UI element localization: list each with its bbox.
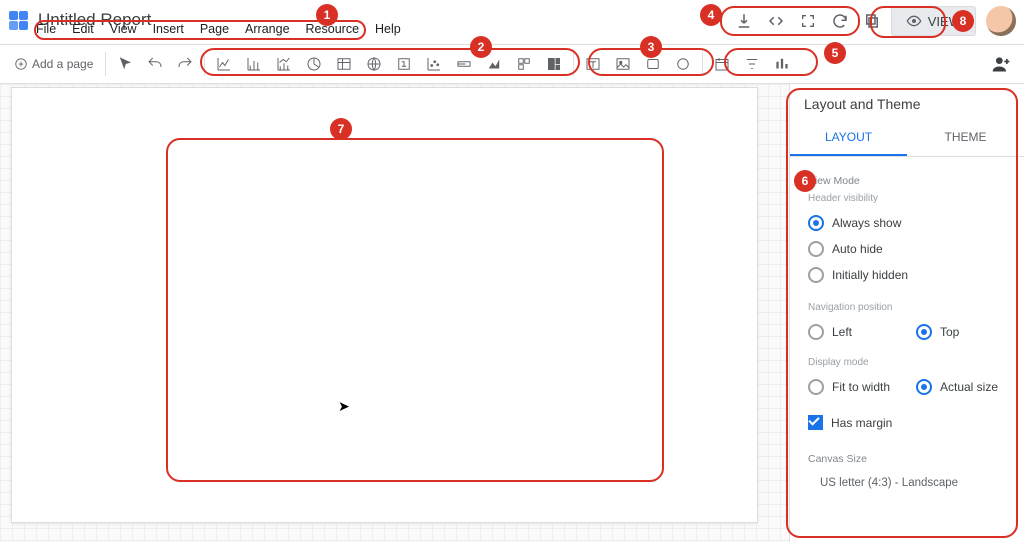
- menubar: File Edit View Insert Page Arrange Resou…: [36, 22, 401, 36]
- user-avatar[interactable]: [986, 6, 1016, 36]
- element-tools: [578, 49, 698, 79]
- add-page-label: Add a page: [32, 57, 93, 71]
- radio-label: Left: [832, 325, 852, 339]
- treemap-icon[interactable]: [539, 49, 569, 79]
- menu-arrange[interactable]: Arrange: [245, 22, 289, 36]
- line-chart-icon[interactable]: [209, 49, 239, 79]
- add-people-icon[interactable]: [988, 51, 1014, 77]
- checkbox-has-margin[interactable]: Has margin: [808, 410, 1024, 435]
- section-header-visibility: Header visibility: [808, 193, 1024, 204]
- radio-fit-width[interactable]: Fit to width: [808, 374, 916, 400]
- bar-chart-icon[interactable]: [239, 49, 269, 79]
- geo-chart-icon[interactable]: [359, 49, 389, 79]
- radio-nav-left[interactable]: Left: [808, 319, 916, 345]
- radio-icon: [808, 267, 824, 283]
- header-right-tools: VIEW: [731, 6, 1016, 36]
- scatter-chart-icon[interactable]: [419, 49, 449, 79]
- control-tools: [707, 49, 797, 79]
- pivot-icon[interactable]: [509, 49, 539, 79]
- panel-title: Layout and Theme: [790, 84, 1024, 120]
- area-chart-icon[interactable]: [479, 49, 509, 79]
- radio-label: Actual size: [940, 380, 998, 394]
- view-button[interactable]: VIEW: [891, 6, 976, 36]
- section-canvas-size: Canvas Size: [808, 453, 1024, 465]
- undo-icon[interactable]: [140, 49, 170, 79]
- header: Untitled Report File Edit View Insert Pa…: [0, 0, 1024, 38]
- section-display-mode: Display mode: [808, 357, 1024, 368]
- menu-file[interactable]: File: [36, 22, 56, 36]
- refresh-icon[interactable]: [827, 8, 853, 34]
- image-tool-icon[interactable]: [608, 49, 638, 79]
- panel-tabs: LAYOUT THEME: [790, 120, 1024, 157]
- add-page-button[interactable]: Add a page: [6, 53, 101, 75]
- separator: [702, 52, 703, 76]
- menu-insert[interactable]: Insert: [153, 22, 184, 36]
- main-area: ➤ Layout and Theme LAYOUT THEME View Mod…: [0, 84, 1024, 542]
- download-icon[interactable]: [731, 8, 757, 34]
- fullscreen-icon[interactable]: [795, 8, 821, 34]
- radio-icon: [808, 215, 824, 231]
- report-canvas[interactable]: [12, 88, 757, 522]
- separator: [105, 52, 106, 76]
- radio-initially-hidden[interactable]: Initially hidden: [808, 262, 1024, 288]
- radio-actual-size[interactable]: Actual size: [916, 374, 1024, 400]
- menu-view[interactable]: View: [110, 22, 137, 36]
- plus-circle-icon: [14, 57, 28, 71]
- date-range-icon[interactable]: [707, 49, 737, 79]
- radio-label: Auto hide: [832, 242, 883, 256]
- canvas-area[interactable]: ➤: [0, 84, 789, 542]
- section-navigation-position: Navigation position: [808, 302, 1024, 313]
- radio-label: Fit to width: [832, 380, 890, 394]
- selection-tools: [110, 49, 200, 79]
- rectangle-tool-icon[interactable]: [638, 49, 668, 79]
- radio-icon: [808, 241, 824, 257]
- filter-control-icon[interactable]: [737, 49, 767, 79]
- copy-icon[interactable]: [859, 8, 885, 34]
- radio-auto-hide[interactable]: Auto hide: [808, 236, 1024, 262]
- radio-always-show[interactable]: Always show: [808, 210, 1024, 236]
- radio-label: Initially hidden: [832, 268, 908, 282]
- separator: [204, 52, 205, 76]
- radio-icon: [808, 324, 824, 340]
- radio-icon: [808, 379, 824, 395]
- radio-label: Top: [940, 325, 959, 339]
- separator: [573, 52, 574, 76]
- eye-icon: [906, 13, 922, 29]
- cursor-icon: ➤: [338, 398, 350, 415]
- text-tool-icon[interactable]: [578, 49, 608, 79]
- menu-resource[interactable]: Resource: [306, 22, 360, 36]
- combo-chart-icon[interactable]: [269, 49, 299, 79]
- radio-nav-top[interactable]: Top: [916, 319, 1024, 345]
- menu-page[interactable]: Page: [200, 22, 229, 36]
- app-logo-icon: [8, 10, 28, 30]
- checkbox-icon: [808, 415, 823, 430]
- select-tool-icon[interactable]: [110, 49, 140, 79]
- pie-chart-icon[interactable]: [299, 49, 329, 79]
- redo-icon[interactable]: [170, 49, 200, 79]
- panel-body: View Mode Header visibility Always show …: [790, 157, 1024, 497]
- circle-tool-icon[interactable]: [668, 49, 698, 79]
- bullet-chart-icon[interactable]: [449, 49, 479, 79]
- canvas-size-value[interactable]: US letter (4:3) - Landscape: [808, 471, 1024, 489]
- radio-icon: [916, 324, 932, 340]
- menu-help[interactable]: Help: [375, 22, 401, 36]
- embed-icon[interactable]: [763, 8, 789, 34]
- checkbox-label: Has margin: [831, 416, 892, 430]
- right-panel: Layout and Theme LAYOUT THEME View Mode …: [789, 84, 1024, 542]
- view-button-label: VIEW: [928, 14, 961, 29]
- chart-tools: [209, 49, 569, 79]
- tab-layout[interactable]: LAYOUT: [790, 120, 907, 156]
- tab-theme[interactable]: THEME: [907, 120, 1024, 156]
- data-control-icon[interactable]: [767, 49, 797, 79]
- menu-edit[interactable]: Edit: [72, 22, 94, 36]
- table-chart-icon[interactable]: [329, 49, 359, 79]
- section-view-mode: View Mode: [808, 175, 1024, 187]
- radio-icon: [916, 379, 932, 395]
- scorecard-icon[interactable]: [389, 49, 419, 79]
- toolbar: Add a page: [0, 44, 1024, 84]
- radio-label: Always show: [832, 216, 901, 230]
